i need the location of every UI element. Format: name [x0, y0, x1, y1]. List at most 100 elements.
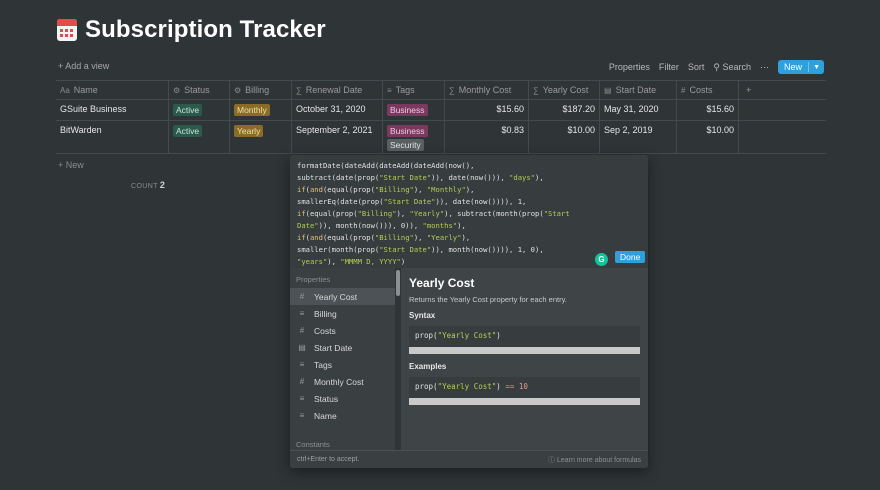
filter-button[interactable]: Filter: [659, 62, 679, 72]
column-header-yearly-cost[interactable]: ∑ Yearly Cost: [529, 81, 600, 99]
help-icon: ⓘ: [548, 456, 555, 464]
sidebar-item-label: Costs: [314, 325, 336, 336]
code-scrollbar[interactable]: [409, 347, 640, 354]
cell-renewal-date[interactable]: September 2, 2021: [292, 121, 383, 153]
count-value: 2: [159, 180, 166, 190]
column-label: Start Date: [615, 85, 657, 95]
accept-hint: ctrl+Enter to accept.: [297, 456, 360, 463]
column-header-start-date[interactable]: ▤ Start Date: [600, 81, 677, 99]
table-header-row: Aa Name ⚙ Status ⚙ Billing ∑ Renewal Date ≡ T…: [56, 80, 826, 100]
grammarly-icon[interactable]: G: [595, 253, 608, 266]
cell-monthly-cost[interactable]: $15.60: [445, 100, 529, 120]
cell-yearly-cost[interactable]: $187.20: [529, 100, 600, 120]
sidebar-item-monthly-cost[interactable]: # Monthly Cost: [290, 373, 397, 390]
number-icon: #: [299, 292, 305, 301]
table-row[interactable]: GSuite Business Active Monthly October 3…: [56, 100, 826, 121]
column-label: Yearly Cost: [542, 85, 589, 95]
text-lines-icon: ≡: [299, 394, 305, 403]
status-badge: Active: [173, 104, 203, 116]
sidebar-item-label: Status: [314, 393, 339, 404]
count-summary[interactable]: COUNT 2: [131, 180, 165, 190]
cell-renewal-date[interactable]: October 31, 2020: [292, 100, 383, 120]
search-button[interactable]: ⚲ Search: [713, 62, 751, 73]
cell-start-date[interactable]: May 31, 2020: [600, 100, 677, 120]
cell-empty: [739, 100, 769, 120]
chevron-down-icon[interactable]: ▼: [809, 64, 824, 71]
cell-yearly-cost[interactable]: $10.00: [529, 121, 600, 153]
count-label: COUNT: [131, 183, 158, 190]
cell-name[interactable]: GSuite Business: [56, 100, 169, 120]
learn-more-label: Learn more about formulas: [556, 456, 641, 464]
cell-monthly-cost[interactable]: $0.83: [445, 121, 529, 153]
cell-status[interactable]: Active: [169, 121, 230, 153]
cell-tags[interactable]: Business: [383, 100, 445, 120]
new-row-button[interactable]: + New: [58, 160, 84, 170]
cell-billing[interactable]: Monthly: [230, 100, 292, 120]
sidebar-item-label: Tags: [314, 359, 332, 370]
cell-tags[interactable]: Business Security: [383, 121, 445, 153]
column-label: Billing: [245, 85, 270, 95]
learn-more-link[interactable]: ⓘ Learn more about formulas: [548, 455, 641, 465]
status-badge: Active: [173, 125, 203, 137]
column-header-billing[interactable]: ⚙ Billing: [230, 81, 292, 99]
select-icon: ⚙: [234, 85, 242, 95]
done-button[interactable]: Done: [615, 251, 646, 263]
formula-icon: ∑: [533, 85, 539, 95]
multi-select-icon: ≡: [387, 85, 392, 95]
cell-status[interactable]: Active: [169, 100, 230, 120]
column-header-status[interactable]: ⚙ Status: [169, 81, 230, 99]
table-row[interactable]: BitWarden Active Yearly September 2, 202…: [56, 121, 826, 154]
column-label: Costs: [689, 85, 713, 95]
formula-footer: ctrl+Enter to accept. ⓘ Learn more about…: [290, 450, 648, 468]
search-icon: ⚲: [713, 61, 720, 72]
scrollbar-thumb[interactable]: [396, 270, 400, 296]
tag-badge: Business: [387, 125, 428, 137]
sidebar-item-billing[interactable]: ≡ Billing: [290, 305, 397, 322]
column-header-tags[interactable]: ≡ Tags: [383, 81, 445, 99]
view-toolbar: Properties Filter Sort ⚲ Search ⋯ New ▼: [609, 60, 824, 74]
sidebar-item-label: Yearly Cost: [314, 291, 358, 302]
text-lines-icon: ≡: [299, 309, 305, 318]
number-icon: #: [299, 326, 305, 335]
formula-input[interactable]: formatDate(dateAdd(dateAdd(dateAdd(now()…: [290, 155, 648, 268]
column-header-name[interactable]: Aa Name: [56, 81, 169, 99]
add-column-button[interactable]: +: [739, 81, 769, 99]
new-button-label[interactable]: New: [778, 62, 810, 72]
properties-heading: Properties: [296, 275, 331, 284]
formula-icon: ∑: [449, 85, 455, 95]
column-header-renewal-date[interactable]: ∑ Renewal Date: [292, 81, 383, 99]
examples-heading: Examples: [409, 362, 447, 371]
search-label: Search: [722, 61, 752, 72]
database-table: Aa Name ⚙ Status ⚙ Billing ∑ Renewal Date ≡ T…: [56, 80, 826, 154]
more-options-button[interactable]: ⋯: [760, 62, 769, 73]
sidebar-item-name[interactable]: ≡ Name: [290, 407, 397, 424]
plus-icon: +: [746, 85, 752, 95]
column-label: Tags: [395, 85, 415, 95]
cell-name[interactable]: BitWarden: [56, 121, 169, 153]
text-lines-icon: ≡: [299, 411, 305, 420]
column-label: Monthly Cost: [458, 85, 512, 95]
sidebar-item-tags[interactable]: ≡ Tags: [290, 356, 397, 373]
cell-empty: [739, 121, 769, 153]
calendar-icon: ▤: [298, 343, 306, 352]
sidebar-item-start-date[interactable]: ▤ Start Date: [290, 339, 397, 356]
sort-button[interactable]: Sort: [688, 62, 705, 72]
sidebar-item-label: Start Date: [314, 342, 353, 353]
new-button[interactable]: New ▼: [778, 60, 824, 74]
column-header-costs[interactable]: # Costs: [677, 81, 739, 99]
column-header-monthly-cost[interactable]: ∑ Monthly Cost: [445, 81, 529, 99]
sidebar-item-status[interactable]: ≡ Status: [290, 390, 397, 407]
calendar-icon: ▤: [604, 85, 612, 95]
select-icon: ⚙: [173, 85, 181, 95]
example-code: prop("Yearly Cost") == 10: [409, 377, 640, 398]
code-scrollbar[interactable]: [409, 398, 640, 405]
sidebar-item-costs[interactable]: # Costs: [290, 322, 397, 339]
cell-start-date[interactable]: Sep 2, 2019: [600, 121, 677, 153]
cell-costs[interactable]: $15.60: [677, 100, 739, 120]
add-view-button[interactable]: + Add a view: [58, 61, 109, 71]
properties-button[interactable]: Properties: [609, 62, 650, 72]
cell-billing[interactable]: Yearly: [230, 121, 292, 153]
cell-costs[interactable]: $10.00: [677, 121, 739, 153]
sidebar-item-yearly-cost[interactable]: # Yearly Cost: [290, 288, 397, 305]
tag-badge: Security: [387, 139, 424, 151]
